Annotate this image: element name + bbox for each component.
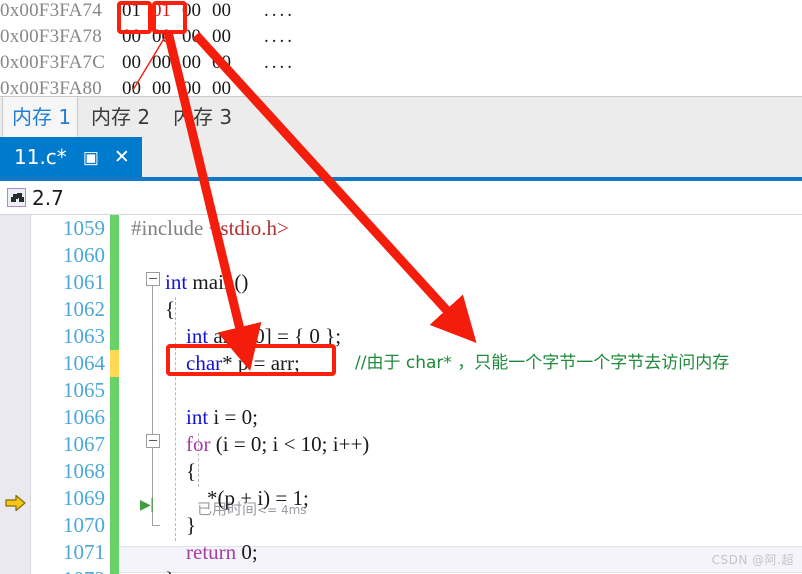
memory-byte: 00 <box>212 26 231 47</box>
memory-row: 0x00F3FA7C 00 00 00 00.... <box>0 50 295 76</box>
code-text: *(p + i) = 1; <box>165 486 309 510</box>
code-line: 1059 #include <stdio.h> <box>0 215 802 242</box>
memory-byte: 00 <box>212 78 231 96</box>
code-line: 1063 int arr[10] = { 0 }; <box>0 323 802 350</box>
line-number: 1065 <box>63 378 105 402</box>
memory-byte: 00 <box>152 52 171 73</box>
memory-address: 0x00F3FA74 <box>0 0 102 21</box>
line-number: 1064 <box>63 351 105 375</box>
memory-byte: 00 <box>122 52 141 73</box>
code-text: return 0; <box>186 540 258 564</box>
memory-row: 0x00F3FA78 00 00 00 00.... <box>0 24 295 50</box>
memory-ascii: .... <box>264 0 295 21</box>
line-number: 1067 <box>63 432 105 456</box>
memory-byte: 00 <box>152 26 171 47</box>
memory-address: 0x00F3FA80 <box>0 78 102 96</box>
memory-byte: 00 <box>212 0 231 21</box>
document-tab-11c[interactable]: 11.c* ▣ ✕ <box>0 137 142 177</box>
change-bar <box>110 296 119 323</box>
memory-row: 0x00F3FA74 01 01 00 00.... <box>0 0 295 24</box>
code-text: } <box>165 513 197 537</box>
change-bar <box>110 458 119 485</box>
line-number: 1069 <box>63 486 105 510</box>
code-editor[interactable]: ▶| 已用时间<= 4ms 1059 #include <stdio.h> 106… <box>0 215 802 574</box>
code-text: int arr[10] = { 0 }; <box>186 324 342 348</box>
pin-icon[interactable]: ▣ <box>83 149 99 166</box>
change-bar <box>110 269 119 296</box>
change-bar <box>110 431 119 458</box>
code-line: 1061 int main() <box>0 269 802 296</box>
line-number: 1059 <box>63 216 105 240</box>
close-icon[interactable]: ✕ <box>114 148 130 167</box>
code-text: { <box>165 459 197 483</box>
change-bar <box>110 485 119 512</box>
code-text: { <box>165 297 176 321</box>
change-bar <box>110 404 119 431</box>
code-line: 1069 *(p + i) = 1; <box>0 485 802 512</box>
csdn-watermark: CSDN @阿.超 <box>711 553 794 567</box>
line-number: 1066 <box>63 405 105 429</box>
memory-byte: 00 <box>182 0 201 21</box>
memory-tab-2[interactable]: 内存 2 <box>82 97 159 137</box>
memory-tab-strip: 内存 1 内存 2 内存 3 <box>0 96 802 138</box>
memory-address: 0x00F3FA78 <box>0 26 102 47</box>
line-number: 1063 <box>63 324 105 348</box>
change-bar <box>110 215 119 242</box>
code-text: char* p = arr; <box>186 351 300 375</box>
memory-byte: 01 <box>152 0 171 21</box>
memory-byte: 00 <box>182 52 201 73</box>
change-bar <box>110 512 119 539</box>
line-number: 1060 <box>63 243 105 267</box>
memory-ascii: .... <box>264 52 295 73</box>
code-line: 1068 { <box>0 458 802 485</box>
memory-byte: 00 <box>182 26 201 47</box>
change-bar <box>110 323 119 350</box>
line-number: 1068 <box>63 459 105 483</box>
line-number: 1062 <box>63 297 105 321</box>
code-line: 1060 <box>0 242 802 269</box>
change-bar <box>110 566 119 574</box>
memory-ascii: .... <box>264 26 295 47</box>
memory-tab-3[interactable]: 内存 3 <box>164 97 241 137</box>
memory-byte: 00 <box>212 52 231 73</box>
document-tab-strip: 11.c* ▣ ✕ <box>0 137 802 177</box>
code-text: int main() <box>165 270 249 294</box>
code-line: 1062 { <box>0 296 802 323</box>
line-number: 1072 <box>31 566 105 574</box>
code-line-1064: 1064 char* p = arr; //由于 char* ，只能一个字节一个字… <box>0 350 802 377</box>
code-line: 1067 for (i = 0; i < 10; i++) <box>0 431 802 458</box>
memory-tab-1[interactable]: 内存 1 <box>2 97 78 137</box>
memory-view-pane[interactable]: 0x00F3FA74 01 01 00 00.... 0x00F3FA78 00 00 00 0… <box>0 0 802 96</box>
memory-address: 0x00F3FA7C <box>0 52 106 73</box>
line-number: 1071 <box>63 540 105 564</box>
change-bar-modified <box>110 350 119 377</box>
code-text: } <box>165 566 175 574</box>
memory-byte: 00 <box>152 78 171 96</box>
code-line-1070: 1070 } <box>0 512 802 539</box>
memory-byte: 00 <box>182 78 201 96</box>
line-number: 1061 <box>63 270 105 294</box>
memory-byte: 01 <box>122 0 141 21</box>
code-line: 1066 int i = 0; <box>0 404 802 431</box>
code-text: int i = 0; <box>186 405 258 429</box>
code-line: 1072} <box>0 566 802 574</box>
line-number: 1070 <box>63 513 105 537</box>
change-bar <box>110 539 119 566</box>
code-comment: //由于 char* ，只能一个字节一个字节去访问内存 <box>355 353 730 373</box>
memory-row: 0x00F3FA80 00 00 00 00 <box>0 76 264 96</box>
editor-navigation-bar: 2.7 <box>0 181 802 215</box>
memory-byte: 00 <box>122 78 141 96</box>
change-bar <box>110 242 119 269</box>
code-text: #include <stdio.h> <box>131 216 289 240</box>
document-tab-label: 11.c* <box>14 145 67 169</box>
memory-byte: 00 <box>122 26 141 47</box>
scope-label: 2.7 <box>32 185 64 210</box>
change-bar <box>110 377 119 404</box>
code-line: 1071 return 0; <box>0 539 802 566</box>
code-text: for (i = 0; i < 10; i++) <box>186 432 370 456</box>
scope-selector-icon[interactable] <box>7 188 26 207</box>
code-line: 1065 <box>0 377 802 404</box>
